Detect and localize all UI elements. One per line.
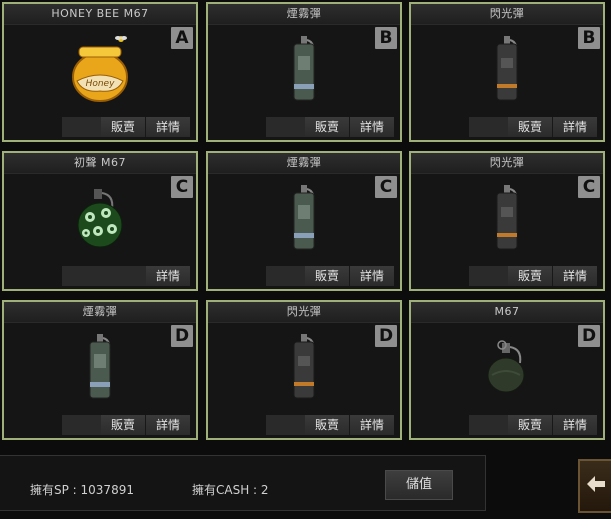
details-button[interactable]: 詳情 [552, 117, 597, 137]
flashbang-grenade-icon [264, 330, 344, 404]
item-actions: 販賣 詳情 [266, 117, 394, 137]
grade-badge: C [375, 176, 397, 198]
item-actions: 販賣 詳情 [469, 266, 597, 286]
currency-bar: 擁有SP : 1037891 擁有CASH : 2 儲值 [0, 455, 486, 511]
green-grenade-icon [60, 181, 140, 255]
details-button[interactable]: 詳情 [349, 266, 394, 286]
grade-badge: B [578, 27, 600, 49]
sell-button[interactable]: 販賣 [305, 117, 349, 137]
smoke-grenade-icon [264, 181, 344, 255]
sp-balance: 擁有SP : 1037891 [30, 483, 134, 497]
item-card[interactable]: 煙霧彈 C 販賣 詳情 [206, 151, 402, 291]
item-title: 煙霧彈 [208, 153, 400, 174]
details-button[interactable]: 詳情 [146, 266, 190, 286]
smoke-grenade-icon [60, 330, 140, 404]
sell-button[interactable]: 販賣 [305, 415, 349, 435]
item-card[interactable]: HONEY BEE M67 A Honey 販賣 詳情 [2, 2, 198, 142]
grade-badge: D [578, 325, 600, 347]
grade-badge: B [375, 27, 397, 49]
grade-badge: C [171, 176, 193, 198]
details-button[interactable]: 詳情 [552, 415, 597, 435]
item-card[interactable]: 閃光彈 B 販賣 詳情 [409, 2, 605, 142]
item-title: 初聲 M67 [4, 153, 196, 174]
details-button[interactable]: 詳情 [145, 415, 190, 435]
item-actions: 販賣 詳情 [469, 117, 597, 137]
grade-badge: C [578, 176, 600, 198]
sell-button[interactable]: 販賣 [101, 117, 145, 137]
flashbang-grenade-icon [467, 181, 547, 255]
details-button[interactable]: 詳情 [349, 415, 394, 435]
item-card[interactable]: M67 D 販賣 詳情 [409, 300, 605, 440]
flashbang-grenade-icon [467, 32, 547, 106]
sell-button[interactable]: 販賣 [305, 266, 349, 286]
details-button[interactable]: 詳情 [349, 117, 394, 137]
smoke-grenade-icon [264, 32, 344, 106]
item-title: HONEY BEE M67 [4, 4, 196, 25]
item-actions: 販賣 詳情 [266, 415, 394, 435]
item-card[interactable]: 煙霧彈 D 販賣 詳情 [2, 300, 198, 440]
item-actions: 販賣 詳情 [62, 117, 190, 137]
item-actions: 販賣 詳情 [469, 415, 597, 435]
sell-button[interactable]: 販賣 [508, 415, 552, 435]
grade-badge: D [375, 325, 397, 347]
sell-button[interactable]: 販賣 [101, 415, 145, 435]
grade-badge: D [171, 325, 193, 347]
grade-badge: A [171, 27, 193, 49]
item-card[interactable]: 閃光彈 C 販賣 詳情 [409, 151, 605, 291]
item-title: 煙霧彈 [208, 4, 400, 25]
item-card[interactable]: 初聲 M67 C 詳情 [2, 151, 198, 291]
cash-balance: 擁有CASH : 2 [192, 483, 269, 497]
back-button[interactable] [578, 459, 611, 513]
item-card[interactable]: 閃光彈 D 販賣 詳情 [206, 300, 402, 440]
honey-pot-grenade-icon: Honey [60, 32, 140, 106]
item-card[interactable]: 煙霧彈 B 販賣 詳情 [206, 2, 402, 142]
item-title: M67 [411, 302, 603, 323]
item-title: 閃光彈 [411, 4, 603, 25]
details-button[interactable]: 詳情 [145, 117, 190, 137]
details-button[interactable]: 詳情 [552, 266, 597, 286]
back-arrow-icon [585, 474, 607, 498]
sell-button[interactable]: 販賣 [508, 117, 552, 137]
svg-text:Honey: Honey [86, 79, 116, 89]
item-title: 閃光彈 [208, 302, 400, 323]
item-actions: 販賣 詳情 [266, 266, 394, 286]
item-title: 煙霧彈 [4, 302, 196, 323]
frag-grenade-icon [467, 330, 547, 404]
charge-button[interactable]: 儲值 [385, 470, 453, 500]
item-actions: 販賣 詳情 [62, 415, 190, 435]
item-actions: 詳情 [62, 266, 190, 286]
sell-button[interactable]: 販賣 [508, 266, 552, 286]
item-title: 閃光彈 [411, 153, 603, 174]
